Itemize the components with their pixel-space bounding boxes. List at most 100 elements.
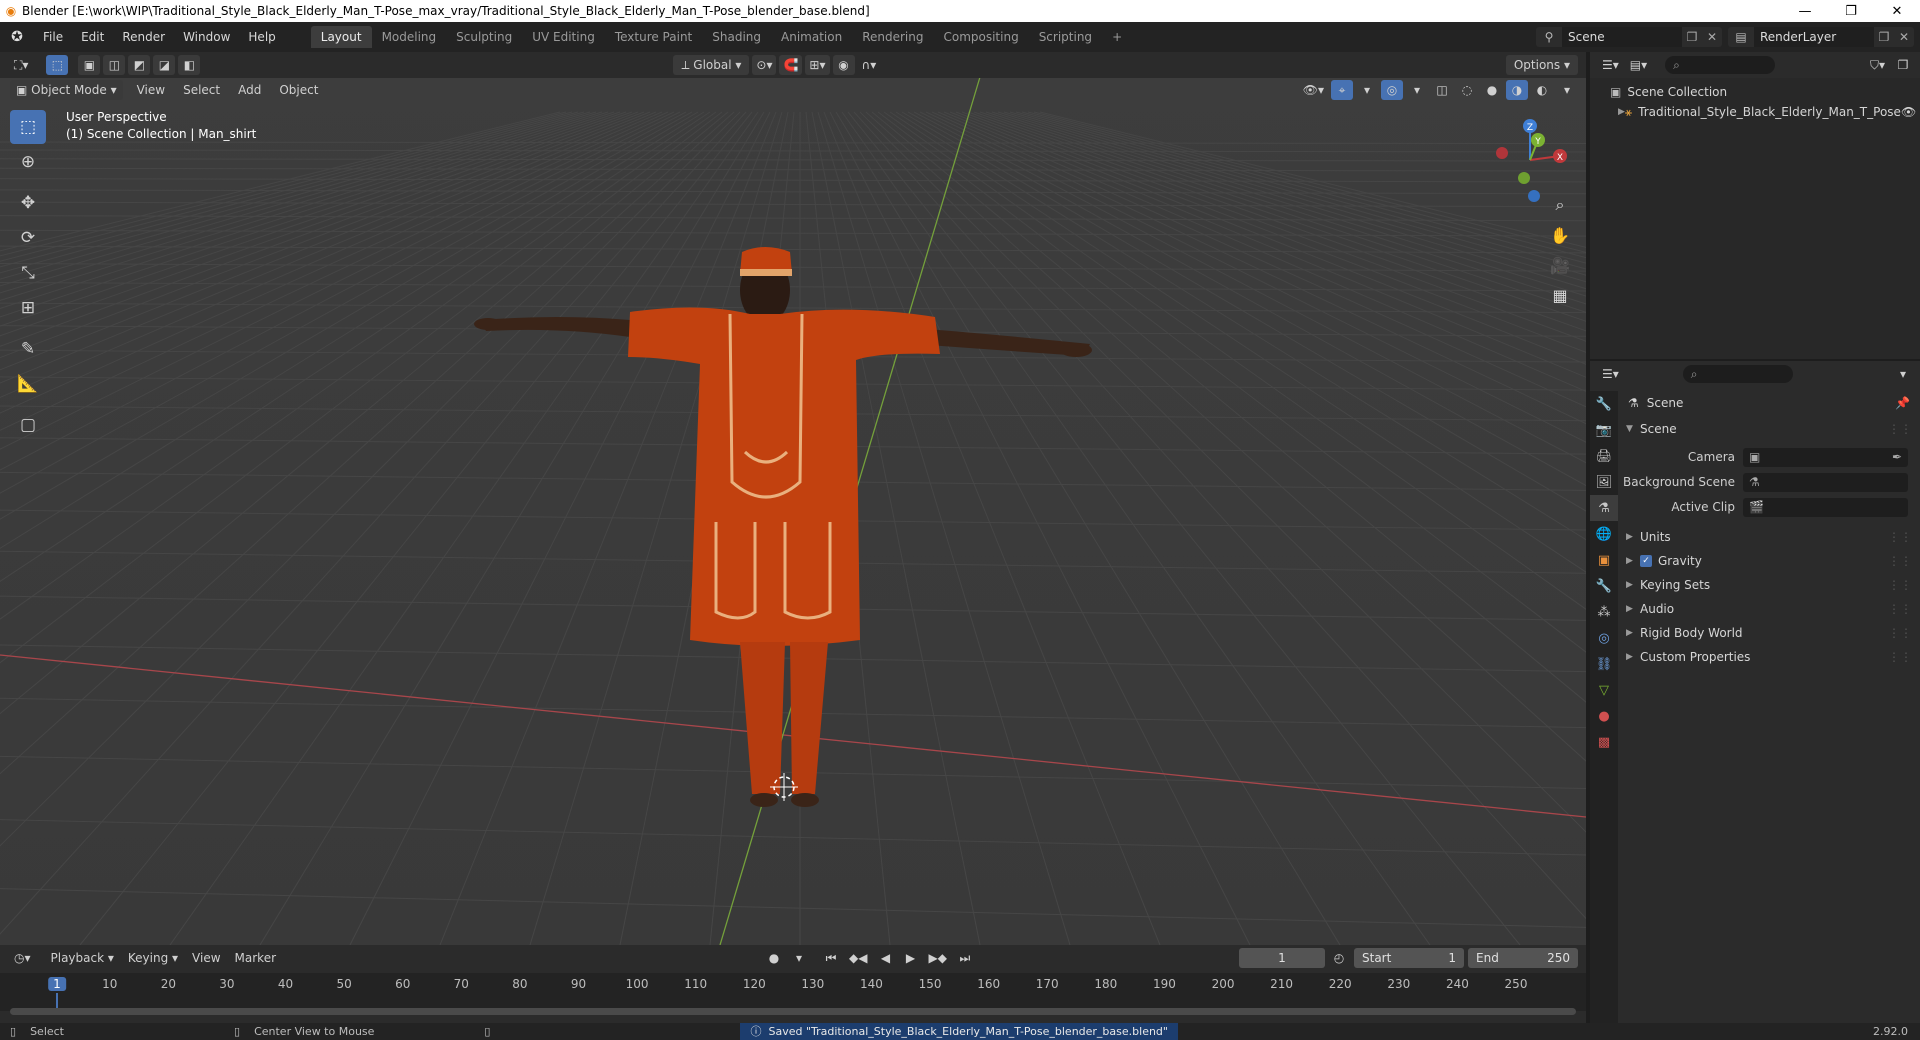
menu-select[interactable]: Select (179, 80, 224, 100)
camera-view-icon[interactable]: 🎥 (1546, 251, 1574, 279)
scale-tool-icon[interactable]: ⤡ (10, 256, 46, 290)
menu-help[interactable]: Help (239, 26, 284, 48)
menu-playback[interactable]: Playback ▾ (47, 948, 118, 968)
move-tool-icon[interactable]: ✥ (10, 186, 46, 220)
menu-window[interactable]: Window (174, 26, 239, 48)
select-mode-new-icon[interactable]: ▣ (78, 55, 101, 75)
annotate-tool-icon[interactable]: ✎ (10, 332, 46, 366)
pin-icon[interactable]: 📌 (1895, 396, 1910, 410)
jump-end-icon[interactable]: ⏭ (954, 948, 976, 968)
falloff-icon[interactable]: ∩▾ (858, 55, 881, 75)
shading-rendered-icon[interactable]: ◐ (1531, 80, 1553, 100)
shading-wireframe-icon[interactable]: ◌ (1456, 80, 1478, 100)
menu-keying[interactable]: Keying ▾ (124, 948, 182, 968)
outliner-item[interactable]: ▶ ⚹ Traditional_Style_Black_Elderly_Man_… (1590, 102, 1920, 122)
rigid-body-world-panel[interactable]: ▶ Rigid Body World ⋮⋮ (1618, 621, 1920, 645)
minimize-button[interactable]: — (1782, 0, 1828, 22)
pan-hand-icon[interactable]: ✋ (1546, 221, 1574, 249)
current-frame-field[interactable]: 1 (1239, 948, 1325, 968)
tab-texture-paint[interactable]: Texture Paint (605, 26, 702, 48)
options-dropdown[interactable]: Options ▾ (1505, 55, 1578, 75)
keying-sets-panel[interactable]: ▶ Keying Sets ⋮⋮ (1618, 573, 1920, 597)
eyedropper-icon[interactable]: ✒ (1892, 450, 1902, 464)
tab-scripting[interactable]: Scripting (1029, 26, 1102, 48)
tab-sculpting[interactable]: Sculpting (446, 26, 522, 48)
tab-rendering[interactable]: Rendering (852, 26, 933, 48)
properties-editor-type-icon[interactable]: ☰▾ (1598, 364, 1623, 384)
tab-data-icon[interactable]: ▽ (1590, 677, 1618, 703)
tab-world-icon[interactable]: 🌐 (1590, 521, 1618, 547)
tab-animation[interactable]: Animation (771, 26, 852, 48)
menu-view[interactable]: View (133, 80, 169, 100)
display-mode-icon[interactable]: ▤▾ (1626, 55, 1651, 75)
add-cube-tool-icon[interactable]: ▢ (10, 408, 46, 442)
select-box-tool-icon[interactable]: ⬚ (46, 55, 69, 75)
gizmo-toggle-icon[interactable]: ⌖ (1331, 80, 1353, 100)
filter-icon[interactable]: ⛉▾ (1866, 55, 1889, 75)
tab-physics-icon[interactable]: ◎ (1590, 625, 1618, 651)
tab-modeling[interactable]: Modeling (372, 26, 447, 48)
transform-tool-icon[interactable]: ⊞ (10, 291, 46, 325)
end-frame-field[interactable]: End 250 (1468, 948, 1578, 968)
delete-view-layer-icon[interactable]: ✕ (1894, 30, 1914, 44)
outliner-editor-type-icon[interactable]: ☰▾ (1598, 55, 1623, 75)
new-view-layer-icon[interactable]: ❐ (1874, 30, 1894, 44)
outliner-search-input[interactable]: ⌕ (1665, 56, 1776, 74)
xray-icon[interactable]: ◫ (1431, 80, 1453, 100)
custom-properties-panel[interactable]: ▶ Custom Properties ⋮⋮ (1618, 645, 1920, 669)
panel-grip-icon[interactable]: ⋮⋮ (1888, 578, 1912, 592)
overlay-dropdown-icon[interactable]: ▾ (1406, 80, 1428, 100)
tab-scene-icon[interactable]: ⚗ (1590, 495, 1618, 521)
playhead-line[interactable] (56, 993, 58, 1009)
panel-grip-icon[interactable]: ⋮⋮ (1888, 650, 1912, 664)
timeline-scrollbar[interactable] (10, 1008, 1576, 1015)
proportional-edit-icon[interactable]: ◉ (832, 55, 855, 75)
tab-constraints-icon[interactable]: ⛓ (1590, 651, 1618, 677)
new-scene-icon[interactable]: ❐ (1682, 30, 1702, 44)
tab-modifiers-icon[interactable]: 🔧 (1590, 573, 1618, 599)
close-button[interactable]: ✕ (1874, 0, 1920, 22)
maximize-button[interactable]: ❐ (1828, 0, 1874, 22)
tab-render-icon[interactable]: 📷 (1590, 417, 1618, 443)
new-collection-icon[interactable]: ❐ (1892, 55, 1914, 75)
scene-selector[interactable]: ⚲ Scene ❐ ✕ (1536, 27, 1722, 47)
select-mode-extend-icon[interactable]: ◫ (103, 55, 126, 75)
menu-edit[interactable]: Edit (72, 26, 113, 48)
active-clip-input[interactable]: 🎬 (1743, 497, 1908, 517)
panel-grip-icon[interactable]: ⋮⋮ (1888, 602, 1912, 616)
tab-compositing[interactable]: Compositing (933, 26, 1028, 48)
menu-add[interactable]: Add (234, 80, 265, 100)
snap-icon[interactable]: 🧲 (779, 55, 803, 75)
start-frame-field[interactable]: Start 1 (1354, 948, 1464, 968)
snap-target-icon[interactable]: ⊞▾ (805, 55, 830, 75)
record-icon[interactable]: ● (763, 948, 785, 968)
tab-material-icon[interactable]: ● (1590, 703, 1618, 729)
visibility-icon[interactable]: 👁▾ (1299, 80, 1328, 100)
view-layer-selector[interactable]: ▤ RenderLayer ❐ ✕ (1728, 27, 1914, 47)
editor-type-icon[interactable]: ⛶▾ (10, 55, 32, 75)
select-mode-intersect-icon[interactable]: ◧ (178, 55, 201, 75)
blender-menu-icon[interactable]: ✪ (0, 29, 34, 45)
ortho-grid-icon[interactable]: ▦ (1546, 281, 1574, 309)
properties-options-icon[interactable]: ▾ (1892, 364, 1914, 384)
tab-layout[interactable]: Layout (310, 26, 372, 48)
delete-scene-icon[interactable]: ✕ (1702, 30, 1722, 44)
tab-view-layer-icon[interactable]: 🖼 (1590, 469, 1618, 495)
preview-range-icon[interactable]: ◴ (1328, 948, 1350, 968)
menu-timeline-view[interactable]: View (188, 948, 224, 968)
pivot-point-icon[interactable]: ⊙▾ (752, 55, 777, 75)
transform-orientation-dropdown[interactable]: ⟂ Global ▾ (673, 55, 750, 75)
background-scene-input[interactable]: ⚗ (1743, 472, 1908, 492)
tab-texture-icon[interactable]: ▩ (1590, 729, 1618, 755)
add-workspace-icon[interactable]: + (1102, 26, 1132, 48)
select-mode-invert-icon[interactable]: ◪ (153, 55, 176, 75)
tab-object-icon[interactable]: ▣ (1590, 547, 1618, 573)
gravity-panel[interactable]: ▶ ✓ Gravity ⋮⋮ (1618, 549, 1920, 573)
panel-grip-icon[interactable]: ⋮⋮ (1888, 530, 1912, 544)
mode-dropdown[interactable]: ▣ Object Mode ▾ (10, 80, 123, 100)
3d-viewport[interactable]: ⛶▾ ⬚ ▣ ◫ ◩ ◪ ◧ ⟂ Global ▾ ⊙▾ 🧲 ⊞▾ ◉ ∩▾ O… (0, 52, 1586, 945)
select-box-icon[interactable]: ⬚ (10, 110, 46, 144)
timeline-editor-type-icon[interactable]: ◷▾ (10, 948, 35, 968)
camera-input[interactable]: ▣ ✒ (1743, 447, 1908, 467)
jump-start-icon[interactable]: ⏮ (820, 948, 842, 968)
